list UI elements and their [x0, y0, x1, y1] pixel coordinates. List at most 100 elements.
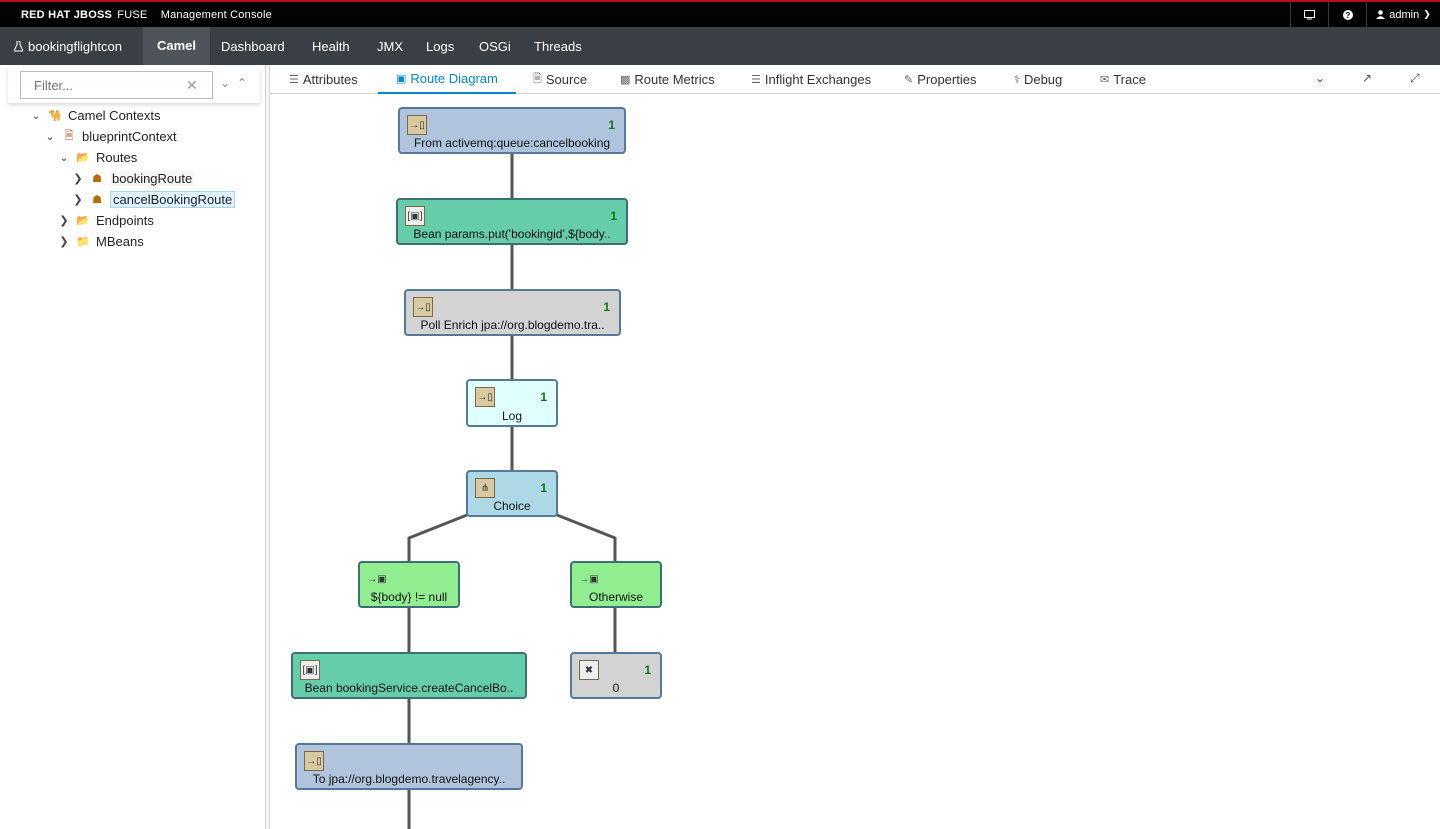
- bean-icon: [▣]: [405, 206, 425, 226]
- tree-blueprint-context[interactable]: ⌄ 🗎 blueprintContext: [44, 126, 176, 146]
- node-bean-booking-service[interactable]: [▣] Bean bookingService.createCancelBo..: [291, 652, 527, 699]
- node-from-endpoint[interactable]: →▯ 1 From activemq:queue:cancelbooking: [398, 107, 626, 154]
- user-menu[interactable]: admin ❯: [1366, 2, 1440, 27]
- nav-health[interactable]: Health: [298, 27, 364, 65]
- tab-label: Attributes: [302, 72, 358, 87]
- stop-icon: ✖: [579, 660, 599, 680]
- node-label: ${body} != null: [370, 590, 448, 604]
- envelope-icon: ✉: [1100, 74, 1110, 86]
- more-tabs-chevron-icon[interactable]: ⌄: [1315, 71, 1325, 85]
- filter-input[interactable]: [20, 71, 213, 99]
- chevron-down-icon[interactable]: ⌄: [44, 130, 56, 143]
- tab-source[interactable]: 🗎 Source: [533, 65, 587, 94]
- nav-health-label: Health: [312, 38, 350, 54]
- endpoint-icon: →▯: [407, 115, 427, 135]
- user-name: admin: [1389, 8, 1420, 21]
- tree-camel-contexts[interactable]: ⌄ 🐪 Camel Contexts: [30, 105, 160, 125]
- help-button[interactable]: ?: [1328, 2, 1366, 27]
- nav-jmx[interactable]: JMX: [363, 27, 417, 65]
- clear-filter-icon[interactable]: ✕: [186, 77, 198, 94]
- nav-osgi[interactable]: OSGi: [465, 27, 525, 65]
- nav-threads-label: Threads: [534, 38, 582, 54]
- tab-inflight-exchanges[interactable]: ☰ Inflight Exchanges: [751, 65, 871, 94]
- node-to-endpoint[interactable]: →▯ To jpa://org.blogdemo.travelagency..: [295, 743, 523, 790]
- chevron-right-icon[interactable]: ❯: [58, 235, 70, 248]
- tab-label: Debug: [1023, 72, 1063, 87]
- node-label: Otherwise: [588, 590, 644, 604]
- node-exchange-count: 1: [603, 300, 610, 314]
- route-icon: ☗: [92, 172, 102, 185]
- tree-mbeans[interactable]: ❯ 📁 MBeans: [58, 231, 143, 251]
- node-exchange-count: 1: [610, 209, 617, 223]
- help-icon: ?: [1342, 9, 1353, 20]
- node-exchange-count: 1: [540, 481, 547, 495]
- chevron-down-icon[interactable]: ⌄: [30, 109, 42, 122]
- nav-osgi-label: OSGi: [479, 38, 511, 54]
- tree-booking-route[interactable]: ❯ ☗ bookingRoute: [72, 168, 195, 188]
- share-icon[interactable]: ↗: [1362, 71, 1372, 85]
- expand-all-icon[interactable]: ⌄: [220, 76, 230, 90]
- chevron-right-icon[interactable]: ❯: [72, 193, 84, 206]
- fullscreen-icon[interactable]: ⤢: [1410, 71, 1420, 86]
- user-icon: [1376, 10, 1386, 19]
- brand-bar: RED HAT JBOSS FUSE Management Console ? …: [0, 0, 1440, 27]
- node-otherwise[interactable]: →▣ Otherwise: [570, 561, 662, 608]
- tree-label: Camel Contexts: [68, 107, 161, 123]
- node-label: 0: [612, 681, 620, 695]
- node-stop[interactable]: ✖ 1 0: [570, 652, 662, 699]
- tree-routes[interactable]: ⌄ 📂 Routes: [58, 147, 137, 167]
- nav-dashboard[interactable]: Dashboard: [207, 27, 299, 65]
- folder-icon: 📁: [76, 235, 90, 248]
- monitor-icon: [1304, 9, 1315, 19]
- bar-chart-icon: ▩: [620, 74, 631, 86]
- chevron-down-icon: ❯: [1423, 9, 1431, 19]
- nav-threads[interactable]: Threads: [520, 27, 596, 65]
- node-label: Choice: [493, 499, 531, 513]
- node-choice[interactable]: ⋔ 1 Choice: [466, 470, 558, 517]
- context-name: bookingflightcon: [28, 38, 122, 54]
- tab-route-diagram[interactable]: ▣ Route Diagram: [378, 65, 516, 94]
- otherwise-icon: →▣: [579, 573, 599, 585]
- svg-text:?: ?: [1345, 11, 1350, 20]
- camel-icon: 🐪: [48, 109, 62, 122]
- sidebar-resize-handle[interactable]: [266, 65, 270, 829]
- main-nav: bookingflightcon Camel Dashboard Health …: [0, 27, 1440, 65]
- node-log[interactable]: →▯ 1 Log: [466, 379, 558, 427]
- nav-jmx-label: JMX: [377, 38, 403, 54]
- endpoint-icon: →▯: [304, 751, 324, 771]
- chevron-down-icon[interactable]: ⌄: [58, 151, 70, 164]
- nav-camel[interactable]: Camel: [143, 27, 211, 65]
- collapse-all-icon[interactable]: ⌃: [237, 76, 247, 90]
- node-when[interactable]: →▣ ${body} != null: [358, 561, 460, 608]
- when-icon: →▣: [367, 573, 387, 585]
- tab-route-metrics[interactable]: ▩ Route Metrics: [620, 65, 715, 94]
- monitor-button[interactable]: [1290, 2, 1328, 27]
- nav-logs[interactable]: Logs: [412, 27, 468, 65]
- node-poll-enrich[interactable]: →▯ 1 Poll Enrich jpa://org.blogdemo.tra.…: [404, 289, 621, 336]
- node-bean-params[interactable]: [▣] 1 Bean params.put('bookingid',${body…: [396, 198, 628, 245]
- log-icon: →▯: [475, 387, 495, 407]
- node-label: Log: [501, 409, 523, 423]
- tree-label: Routes: [96, 149, 138, 165]
- node-exchange-count: 1: [608, 118, 615, 132]
- tab-label: Route Diagram: [410, 71, 498, 86]
- tree-cancel-booking-route[interactable]: ❯ ☗ cancelBookingRoute: [72, 189, 236, 209]
- flask-icon: [14, 40, 23, 51]
- chevron-right-icon[interactable]: ❯: [58, 214, 70, 227]
- chevron-right-icon[interactable]: ❯: [72, 172, 84, 185]
- console-title: Management Console: [160, 9, 272, 21]
- context-file-icon: 🗎: [64, 129, 74, 142]
- context-selector[interactable]: bookingflightcon: [14, 27, 122, 65]
- brand-redhat: RED HAT JBOSS: [21, 9, 113, 21]
- tab-properties[interactable]: ✎ Properties: [904, 65, 976, 94]
- tab-debug[interactable]: ⚕ Debug: [1014, 65, 1062, 94]
- tab-attributes[interactable]: ☰ Attributes: [289, 65, 358, 94]
- tab-label: Route Metrics: [634, 72, 715, 87]
- tab-trace[interactable]: ✉ Trace: [1100, 65, 1146, 94]
- tree-label: Endpoints: [96, 212, 154, 228]
- node-label: Bean params.put('bookingid',${body..: [413, 227, 611, 241]
- brand-logo[interactable]: RED HAT JBOSS FUSE Management Console: [21, 9, 272, 21]
- tree-label: cancelBookingRoute: [110, 190, 236, 208]
- tree-endpoints[interactable]: ❯ 📂 Endpoints: [58, 210, 154, 230]
- choice-icon: ⋔: [475, 478, 495, 498]
